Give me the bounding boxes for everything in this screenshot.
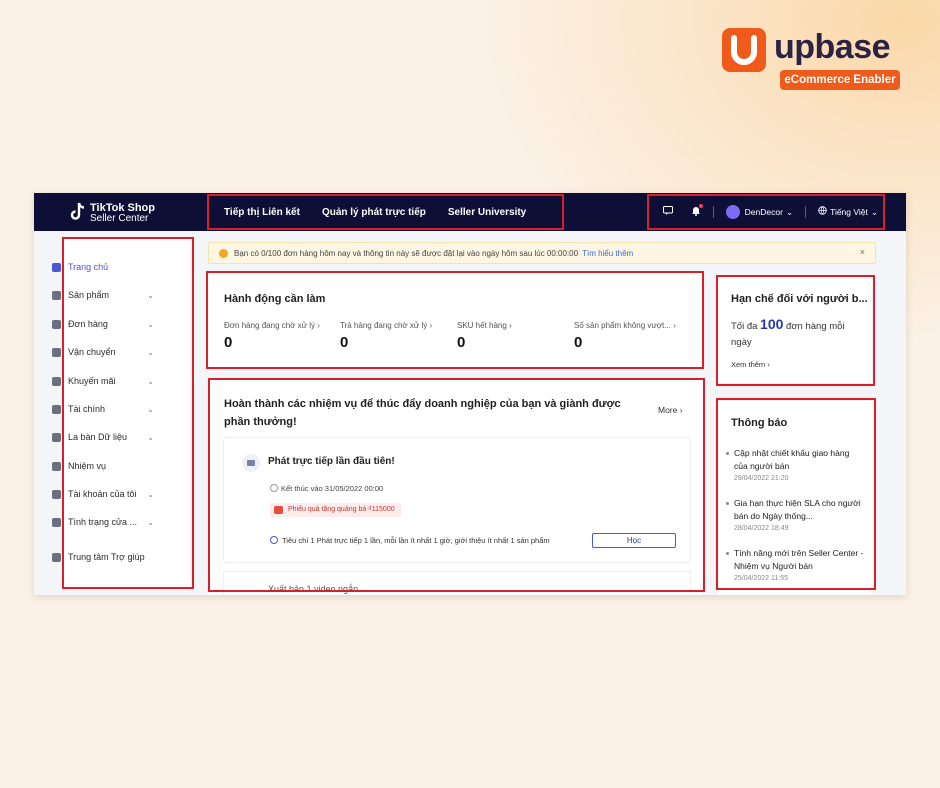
home-icon xyxy=(52,262,61,272)
product-icon xyxy=(52,290,61,300)
task-icon xyxy=(52,461,61,471)
account-icon xyxy=(52,489,61,499)
data-icon xyxy=(52,432,61,442)
brand-tagline: eCommerce Enabler xyxy=(780,70,900,90)
upbase-logo-mark-icon xyxy=(722,28,766,72)
banner-text: Bạn có 0/100 đơn hàng hôm nay và thông t… xyxy=(234,248,579,258)
highlight-tasks-card xyxy=(208,378,705,592)
promo-icon xyxy=(52,376,61,386)
help-icon xyxy=(52,552,61,562)
tiktok-icon xyxy=(70,202,85,220)
logo-line2: Seller Center xyxy=(90,213,149,224)
highlight-sidebar xyxy=(62,237,194,589)
store-status-icon xyxy=(52,517,61,527)
brand-name: upbase xyxy=(774,28,891,66)
shipping-icon xyxy=(52,347,61,357)
highlight-notices-card xyxy=(716,398,876,590)
tiktok-shop-logo[interactable]: TikTok Shop Seller Center xyxy=(70,201,170,225)
close-icon[interactable]: × xyxy=(860,247,865,257)
order-icon xyxy=(52,319,61,329)
learn-more-link[interactable]: Tìm hiểu thêm xyxy=(582,249,633,258)
highlight-limit-card xyxy=(716,275,875,386)
highlight-header-tools xyxy=(647,194,885,230)
warning-icon xyxy=(219,248,228,258)
seller-center-screenshot: TikTok Shop Seller Center Tiếp thị Liên … xyxy=(34,193,906,595)
upbase-logo: upbase eCommerce Enabler xyxy=(722,28,902,90)
finance-icon xyxy=(52,404,61,414)
highlight-action-card xyxy=(206,271,704,369)
info-banner: Bạn có 0/100 đơn hàng hôm nay và thông t… xyxy=(208,242,876,264)
highlight-top-nav xyxy=(207,194,564,230)
